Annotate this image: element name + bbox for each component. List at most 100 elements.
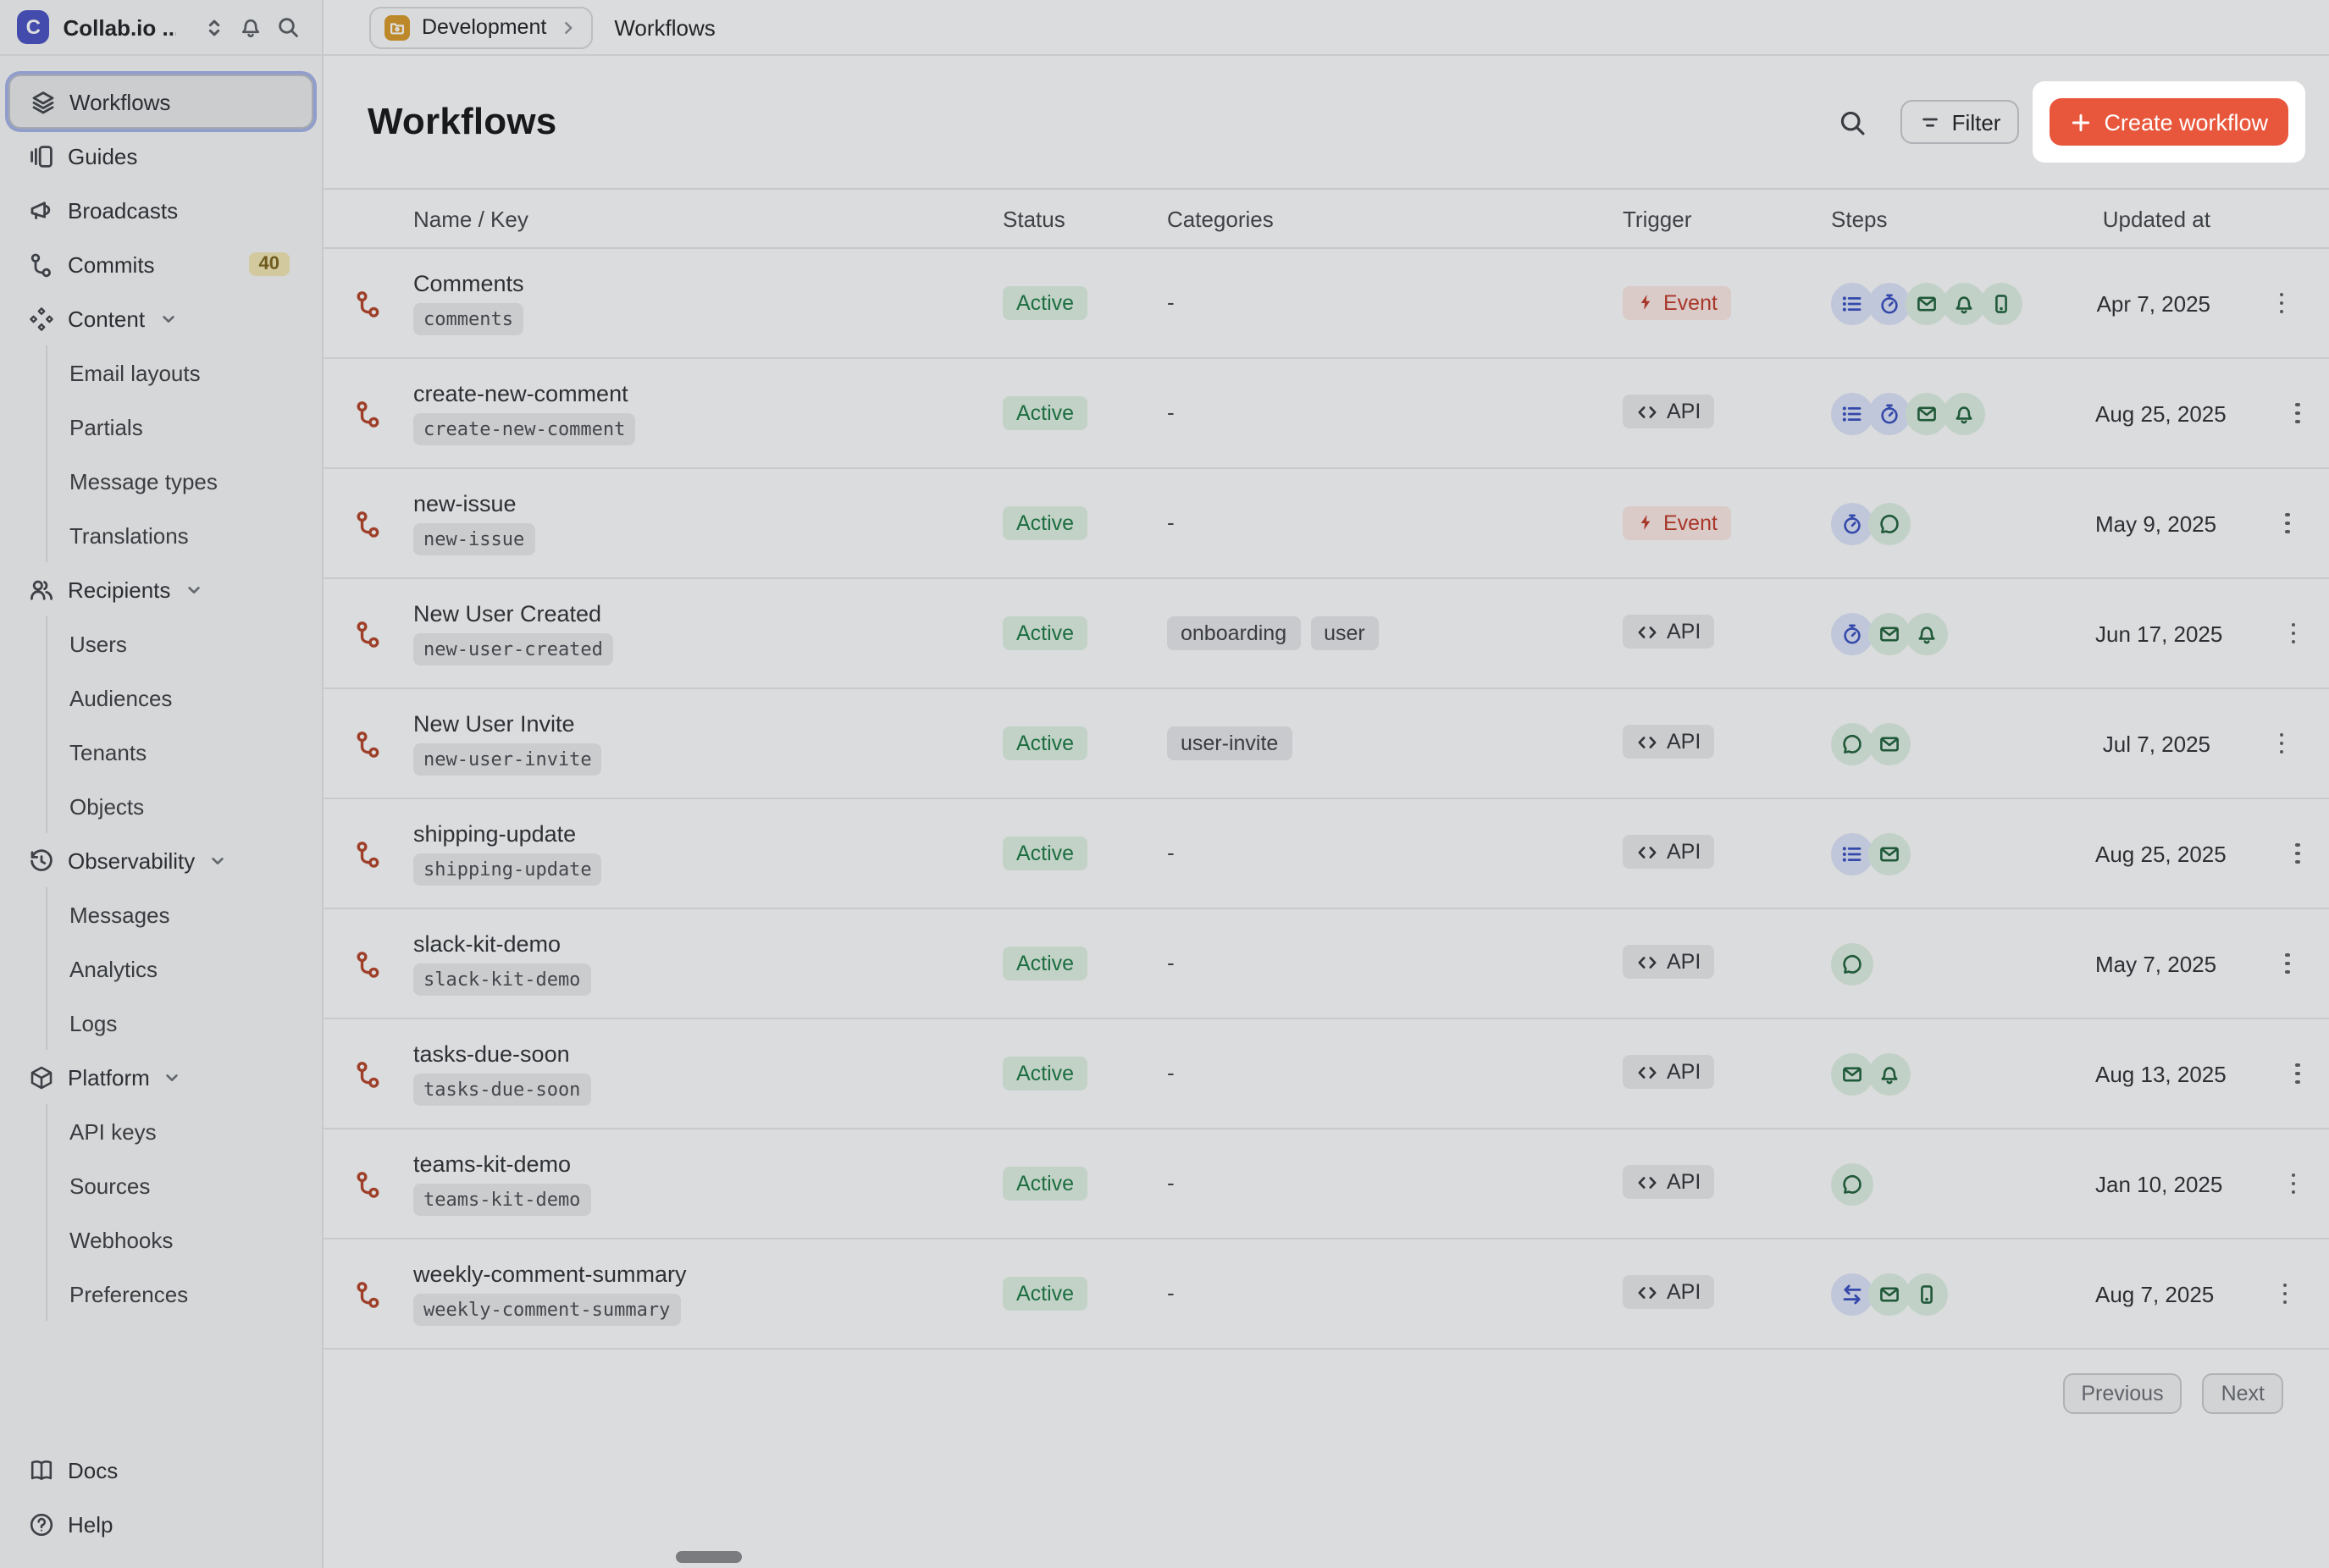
row-menu-kebab-icon[interactable]	[2265, 1273, 2305, 1314]
selector-updown-icon[interactable]	[203, 16, 225, 38]
trigger-badge-api: API	[1623, 395, 1714, 429]
sidebar-item-webhooks[interactable]: Webhooks	[47, 1212, 313, 1267]
sidebar-item-docs[interactable]: Docs	[8, 1443, 313, 1497]
sidebar-item-preferences[interactable]: Preferences	[47, 1267, 313, 1321]
org-name[interactable]: Collab.io ...	[64, 14, 177, 40]
book-icon	[29, 1457, 54, 1482]
row-menu-kebab-icon[interactable]	[2273, 1163, 2314, 1204]
chevron-right-icon	[558, 18, 577, 36]
row-menu-kebab-icon[interactable]	[2277, 833, 2318, 874]
sidebar-item-commits[interactable]: Commits40	[8, 237, 313, 291]
code-icon	[1636, 1062, 1658, 1084]
sidebar-item-audiences[interactable]: Audiences	[47, 671, 313, 725]
table-row[interactable]: CommentscommentsActive-EventApr 7, 2025	[324, 249, 2329, 359]
sidebar-item-guides[interactable]: Guides	[8, 129, 313, 183]
sidebar-item-workflows[interactable]: Workflows	[8, 75, 313, 129]
table-row[interactable]: New User Invitenew-user-inviteActiveuser…	[324, 689, 2329, 799]
workflow-name[interactable]: New User Created	[413, 601, 601, 627]
column-header-name-key[interactable]: Name / Key	[413, 206, 1003, 231]
sidebar-item-analytics[interactable]: Analytics	[47, 941, 313, 996]
sidebar-item-content[interactable]: Content	[8, 291, 313, 345]
workflow-name[interactable]: shipping-update	[413, 821, 576, 847]
sidebar-item-api-keys[interactable]: API keys	[47, 1104, 313, 1158]
workflow-node-icon	[354, 399, 383, 428]
row-menu-kebab-icon[interactable]	[2277, 1053, 2318, 1094]
categories-empty: -	[1167, 400, 1175, 425]
chevron-down-icon	[208, 851, 227, 870]
bell-icon[interactable]	[239, 15, 263, 39]
sidebar-item-help[interactable]: Help	[8, 1497, 313, 1551]
table-row[interactable]: new-issuenew-issueActive-EventMay 9, 202…	[324, 469, 2329, 579]
sidebar-item-messages[interactable]: Messages	[47, 887, 313, 941]
column-header-steps[interactable]: Steps	[1831, 206, 2095, 231]
table-row[interactable]: teams-kit-demoteams-kit-demoActive-APIJa…	[324, 1129, 2329, 1239]
workflow-name[interactable]: teams-kit-demo	[413, 1151, 571, 1177]
sidebar-item-broadcasts[interactable]: Broadcasts	[8, 183, 313, 237]
step-in-app-icon	[1906, 612, 1948, 654]
cards-icon	[29, 143, 54, 168]
sidebar-item-tenants[interactable]: Tenants	[47, 725, 313, 779]
sidebar-item-platform[interactable]: Platform	[8, 1050, 313, 1104]
workflow-key: new-user-created	[413, 633, 613, 666]
horizontal-scrollbar-thumb[interactable]	[676, 1551, 742, 1563]
workflow-key: create-new-comment	[413, 413, 635, 446]
filter-button[interactable]: Filter	[1901, 100, 2020, 144]
row-menu-kebab-icon[interactable]	[2267, 503, 2308, 544]
table-search-icon[interactable]	[1832, 101, 1874, 143]
column-header-categories[interactable]: Categories	[1167, 206, 1623, 231]
status-badge: Active	[1003, 726, 1087, 760]
sidebar-item-logs[interactable]: Logs	[47, 996, 313, 1050]
updated-at: Jun 17, 2025	[2095, 621, 2246, 646]
table-row[interactable]: weekly-comment-summaryweekly-comment-sum…	[324, 1239, 2329, 1350]
trigger-badge-api: API	[1623, 836, 1714, 870]
trigger-badge-api: API	[1623, 946, 1714, 980]
previous-page-button[interactable]: Previous	[2062, 1373, 2182, 1414]
sidebar-item-message-types[interactable]: Message types	[47, 454, 313, 508]
code-icon	[1636, 621, 1658, 643]
trigger-badge-api: API	[1623, 616, 1714, 649]
workflow-name[interactable]: tasks-due-soon	[413, 1041, 570, 1067]
sidebar-nav: WorkflowsGuides Broadcasts Commits40Conten…	[0, 56, 322, 1321]
sidebar-subsection: API keysSourcesWebhooksPreferences	[46, 1104, 313, 1321]
create-workflow-label: Create workflow	[2104, 109, 2268, 135]
row-menu-kebab-icon[interactable]	[2277, 393, 2318, 433]
row-menu-kebab-icon[interactable]	[2261, 283, 2302, 323]
sidebar-item-users[interactable]: Users	[47, 616, 313, 671]
column-header-status[interactable]: Status	[1003, 206, 1167, 231]
table-row[interactable]: shipping-updateshipping-updateActive-API…	[324, 799, 2329, 909]
column-header-trigger[interactable]: Trigger	[1623, 206, 1831, 231]
sidebar-item-objects[interactable]: Objects	[47, 779, 313, 833]
step-push-icon	[1980, 282, 2022, 324]
next-page-button[interactable]: Next	[2203, 1373, 2283, 1414]
workflow-name[interactable]: New User Invite	[413, 711, 575, 737]
sidebar-item-observability[interactable]: Observability	[8, 833, 313, 887]
workflow-name[interactable]: create-new-comment	[413, 381, 628, 406]
step-fetch-icon	[1831, 1273, 1873, 1315]
sidebar-item-sources[interactable]: Sources	[47, 1158, 313, 1212]
filter-lines-icon	[1920, 111, 1942, 133]
row-menu-kebab-icon[interactable]	[2261, 723, 2302, 764]
sidebar-item-email-layouts[interactable]: Email layouts	[47, 345, 313, 400]
workflow-name[interactable]: new-issue	[413, 491, 517, 516]
sidebar-item-partials[interactable]: Partials	[47, 400, 313, 454]
table-row[interactable]: create-new-commentcreate-new-commentActi…	[324, 359, 2329, 469]
workflow-key: teams-kit-demo	[413, 1184, 590, 1217]
workflow-name[interactable]: weekly-comment-summary	[413, 1262, 687, 1287]
row-menu-kebab-icon[interactable]	[2273, 613, 2314, 654]
sidebar-item-label: Broadcasts	[68, 197, 178, 223]
org-logo: C	[17, 10, 50, 44]
column-header-updated-at[interactable]: Updated at	[2095, 206, 2234, 231]
step-email-icon	[1906, 282, 1948, 324]
sidebar-item-recipients[interactable]: Recipients	[8, 562, 313, 616]
row-menu-kebab-icon[interactable]	[2267, 943, 2308, 984]
sidebar-item-translations[interactable]: Translations	[47, 508, 313, 562]
table-row[interactable]: tasks-due-soontasks-due-soonActive-APIAu…	[324, 1019, 2329, 1129]
search-icon[interactable]	[276, 15, 300, 39]
workflow-name[interactable]: slack-kit-demo	[413, 931, 561, 957]
table-row[interactable]: slack-kit-demoslack-kit-demoActive-APIMa…	[324, 909, 2329, 1019]
workflow-node-icon	[354, 619, 383, 648]
create-workflow-button[interactable]: Create workflow	[2050, 98, 2288, 146]
table-row[interactable]: New User Creatednew-user-createdActiveon…	[324, 579, 2329, 689]
environment-switcher[interactable]: Development	[369, 6, 592, 48]
workflow-name[interactable]: Comments	[413, 271, 524, 296]
